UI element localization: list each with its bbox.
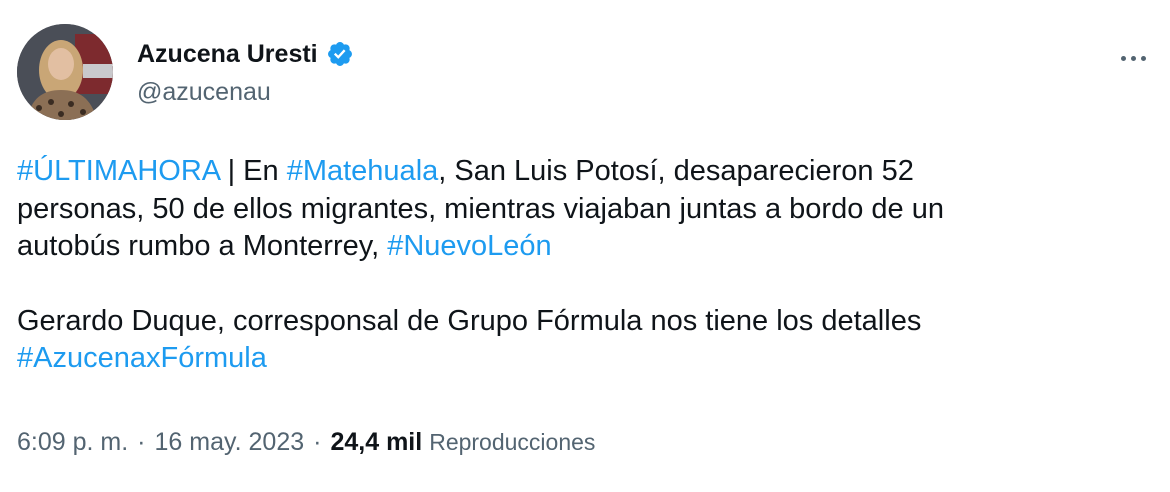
tweet-date[interactable]: 16 may. 2023 [155, 428, 305, 457]
tweet-card: Azucena Uresti @azucenau #ÚLTIMAHORA | E… [0, 0, 1170, 492]
separator-dot: · [313, 428, 322, 456]
tweet-text-segment: autobús rumbo a Monterrey, [17, 230, 388, 262]
tweet-metadata: 6:09 p. m. · 16 may. 2023 · 24,4 mil Rep… [17, 428, 595, 464]
name-row: Azucena Uresti [137, 38, 354, 70]
tweet-text-segment: personas, 50 de ellos migrantes, mientra… [17, 192, 944, 225]
tweet-paragraph-2: Gerardo Duque, corresponsal de Grupo Fór… [17, 303, 1147, 378]
tweet-text-segment: , San Luis Potosí, desaparecieron 52 [438, 155, 914, 187]
verified-badge-icon[interactable] [326, 40, 354, 68]
tweet-paragraph-1: #ÚLTIMAHORA | En #Matehuala, San Luis Po… [17, 153, 1147, 266]
tweet-text-segment: Gerardo Duque, corresponsal de Grupo Fór… [17, 304, 922, 337]
author-handle[interactable]: @azucenau [137, 78, 354, 107]
views-count[interactable]: 24,4 mil [330, 428, 422, 457]
tweet-text-segment: | En [219, 155, 287, 187]
hashtag-nuevoleon[interactable]: #NuevoLeón [387, 230, 551, 262]
tweet-time[interactable]: 6:09 p. m. [17, 428, 128, 457]
hashtag-matehuala[interactable]: #Matehuala [287, 155, 439, 187]
avatar[interactable] [17, 24, 113, 120]
views-label[interactable]: Reproducciones [429, 429, 595, 456]
hashtag-azucenaxformula[interactable]: #AzucenaxFórmula [17, 342, 267, 374]
more-options-icon[interactable] [1113, 46, 1153, 70]
hashtag-ultimahora[interactable]: #ÚLTIMAHORA [17, 155, 220, 187]
tweet-header: Azucena Uresti @azucenau [17, 24, 1153, 124]
separator-dot: · [137, 428, 146, 456]
author-names: Azucena Uresti @azucenau [137, 38, 354, 107]
avatar-photo [17, 24, 113, 120]
author-display-name[interactable]: Azucena Uresti [137, 40, 318, 69]
tweet-text: #ÚLTIMAHORA | En #Matehuala, San Luis Po… [17, 153, 1147, 378]
